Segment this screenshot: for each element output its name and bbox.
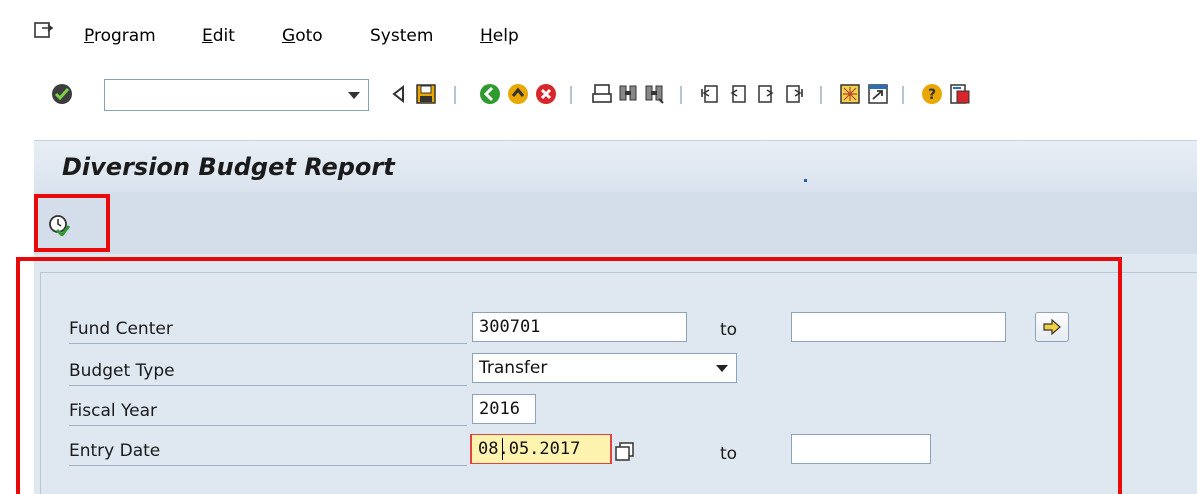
exit-icon[interactable]	[506, 82, 530, 106]
previous-page-icon[interactable]	[726, 82, 750, 106]
find-next-icon[interactable]	[642, 82, 666, 106]
selection-highlight-box	[16, 257, 1122, 494]
toolbar-separator	[570, 86, 572, 104]
customize-layout-icon[interactable]	[948, 82, 972, 106]
menu-program[interactable]: Program	[84, 26, 156, 46]
menu-goto[interactable]: Goto	[282, 26, 323, 46]
menu-system[interactable]: System	[370, 26, 433, 46]
chevron-down-icon[interactable]	[348, 92, 360, 99]
command-field[interactable]	[104, 79, 369, 111]
menu-edit[interactable]: Edit	[202, 26, 235, 46]
application-toolbar	[34, 192, 1197, 254]
next-page-icon[interactable]	[754, 82, 778, 106]
first-page-icon[interactable]	[698, 82, 722, 106]
title-bar: Diversion Budget Report	[34, 140, 1197, 192]
last-page-icon[interactable]	[782, 82, 806, 106]
menu-help[interactable]: Help	[480, 26, 519, 46]
menu-window-icon[interactable]	[34, 22, 54, 40]
menu-bar: Program Edit Goto System Help	[0, 0, 1197, 58]
find-icon[interactable]	[616, 82, 640, 106]
back-triangle-icon[interactable]	[386, 82, 410, 106]
enter-checkmark-icon[interactable]	[50, 82, 74, 106]
toolbar-separator	[454, 86, 456, 104]
toolbar-separator	[680, 86, 682, 104]
svg-text:?: ?	[928, 87, 936, 103]
create-session-icon[interactable]	[838, 82, 862, 106]
back-icon[interactable]	[478, 82, 502, 106]
cancel-icon[interactable]	[534, 82, 558, 106]
page-title: Diversion Budget Report	[62, 153, 395, 181]
execute-highlight-box	[34, 194, 110, 252]
toolbar-separator	[820, 86, 822, 104]
shortcut-icon[interactable]	[866, 82, 890, 106]
title-dot	[804, 179, 807, 182]
print-icon[interactable]	[590, 82, 614, 106]
toolbar-separator	[902, 86, 904, 104]
save-icon[interactable]	[414, 82, 438, 106]
help-icon[interactable]: ?	[920, 82, 944, 106]
standard-toolbar: ?	[0, 58, 1197, 120]
